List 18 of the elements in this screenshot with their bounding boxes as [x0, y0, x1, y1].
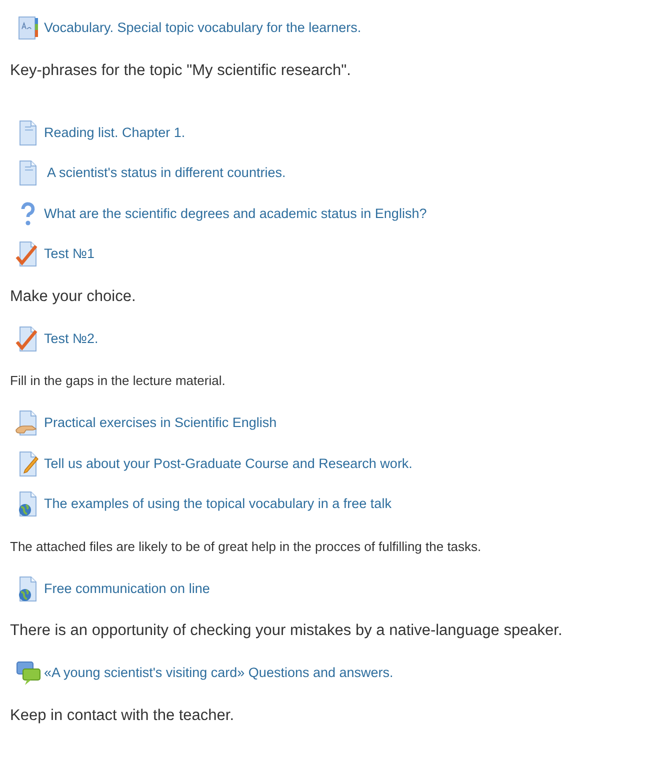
activity-link[interactable]: A scientist's status in different countries. [44, 163, 286, 184]
description-text: The attached files are likely to be of great help in the procces of fulfilling the tasks. [10, 538, 482, 556]
activity-link[interactable]: Reading list. Chapter 1. [44, 122, 186, 143]
description-text: Fill in the gaps in the lecture material. [10, 372, 226, 390]
activity-link[interactable]: Tell us about your Post-Graduate Course and Research work. [44, 454, 412, 474]
activity-link[interactable]: What are the scientific degrees and academic status in English? [44, 204, 427, 224]
activity-link[interactable]: Free communication on line [44, 578, 210, 599]
activity-link[interactable]: The examples of using the topical vocabulary in a free talk [44, 494, 392, 514]
activity-link[interactable]: Practical exercises in Scientific English [44, 413, 277, 434]
chat-icon [15, 659, 41, 688]
activity-link[interactable]: «A young scientist's visiting card» Questions and answers. [44, 663, 394, 684]
activity-link[interactable]: Vocabulary. Special topic vocabulary for the learners. [44, 18, 362, 38]
activity-link[interactable]: Test №2. [44, 328, 98, 349]
description-text: Keep in contact with the teacher. [10, 706, 234, 726]
description-text: There is an opportunity of checking your mistakes by a native-language speaker. [10, 621, 562, 642]
description-text: Key-phrases for the topic "My scientific research". [10, 60, 351, 81]
description-text: Make your choice. [10, 286, 136, 307]
activity-link[interactable]: Test №1 [44, 244, 94, 264]
